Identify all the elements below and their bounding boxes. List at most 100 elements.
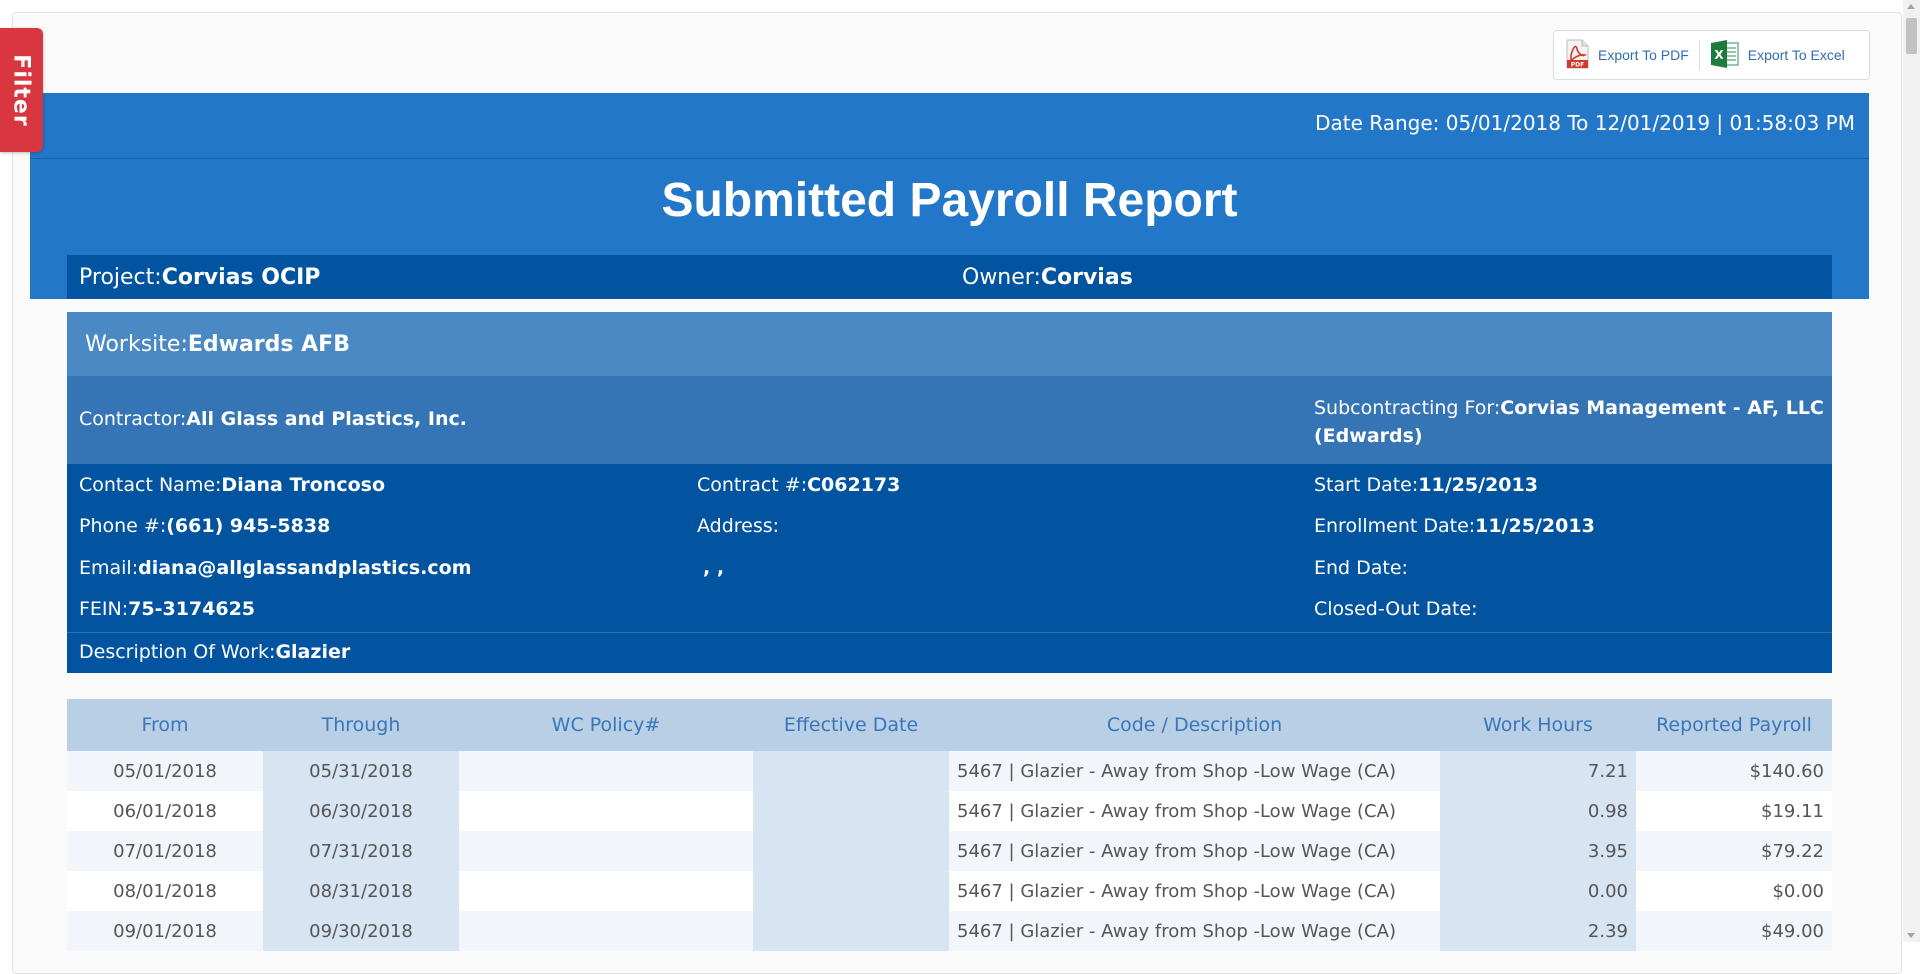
worksite-label: Worksite: xyxy=(85,331,188,357)
closed-out-date-label: Closed-Out Date: xyxy=(1314,598,1478,620)
filter-label: Filter xyxy=(9,53,34,127)
cell-reported-payroll: $0.00 xyxy=(1636,871,1832,911)
enrollment-date-label: Enrollment Date: xyxy=(1314,515,1476,537)
scrollbar-thumb[interactable] xyxy=(1906,18,1917,54)
cell-work-hours: 3.95 xyxy=(1440,831,1636,871)
export-excel-label: Export To Excel xyxy=(1747,47,1845,63)
cell-reported-payroll: $140.60 xyxy=(1636,751,1832,791)
cell-reported-payroll: $49.00 xyxy=(1636,911,1832,951)
cell-code-description: 5467 | Glazier - Away from Shop -Low Wag… xyxy=(949,871,1440,911)
cell-work-hours: 2.39 xyxy=(1440,911,1636,951)
cell-through: 06/30/2018 xyxy=(263,791,459,831)
filter-tab[interactable]: Filter xyxy=(0,28,43,152)
cell-code-description: 5467 | Glazier - Away from Shop -Low Wag… xyxy=(949,791,1440,831)
cell-effective-date xyxy=(753,911,949,951)
cell-reported-payroll: $19.11 xyxy=(1636,791,1832,831)
table-row: 09/01/2018 09/30/2018 5467 | Glazier - A… xyxy=(67,911,1832,951)
svg-text:PDF: PDF xyxy=(1571,61,1584,68)
end-date-label: End Date: xyxy=(1314,557,1408,579)
payroll-table: From Through WC Policy# Effective Date C… xyxy=(67,699,1832,951)
vertical-scrollbar[interactable] xyxy=(1903,0,1920,942)
start-date-value: 11/25/2013 xyxy=(1418,474,1538,496)
table-row: 08/01/2018 08/31/2018 5467 | Glazier - A… xyxy=(67,871,1832,911)
cell-wc-policy xyxy=(459,751,753,791)
cell-from: 09/01/2018 xyxy=(67,911,263,951)
column-header-from[interactable]: From xyxy=(67,699,263,751)
column-header-effective-date[interactable]: Effective Date xyxy=(753,699,949,751)
column-header-code-description[interactable]: Code / Description xyxy=(949,699,1440,751)
export-pdf-label: Export To PDF xyxy=(1598,47,1689,63)
start-date-label: Start Date: xyxy=(1314,474,1419,496)
column-header-reported-payroll[interactable]: Reported Payroll xyxy=(1636,699,1832,751)
excel-file-icon: X xyxy=(1710,39,1740,72)
column-header-work-hours[interactable]: Work Hours xyxy=(1440,699,1636,751)
project-label: Project: xyxy=(79,264,162,290)
scroll-down-arrow-icon[interactable] xyxy=(1907,933,1915,938)
cell-effective-date xyxy=(753,871,949,911)
contract-number-field: Contract #:C062173 xyxy=(697,474,900,496)
description-of-work-label: Description Of Work: xyxy=(79,641,276,663)
address-field: Address: xyxy=(697,515,779,537)
project-field: Project:Corvias OCIP xyxy=(79,265,320,290)
cell-from: 05/01/2018 xyxy=(67,751,263,791)
cell-code-description: 5467 | Glazier - Away from Shop -Low Wag… xyxy=(949,831,1440,871)
contractor-bar: Contractor:All Glass and Plastics, Inc. … xyxy=(67,376,1832,464)
table-row: 05/01/2018 05/31/2018 5467 | Glazier - A… xyxy=(67,751,1832,791)
cell-wc-policy xyxy=(459,871,753,911)
table-row: 06/01/2018 06/30/2018 5467 | Glazier - A… xyxy=(67,791,1832,831)
table-row: 07/01/2018 07/31/2018 5467 | Glazier - A… xyxy=(67,831,1832,871)
end-date-field: End Date: xyxy=(1314,557,1408,579)
cell-through: 09/30/2018 xyxy=(263,911,459,951)
email-value: diana@allglassandplastics.com xyxy=(138,557,472,579)
cell-code-description: 5467 | Glazier - Away from Shop -Low Wag… xyxy=(949,751,1440,791)
scroll-up-arrow-icon[interactable] xyxy=(1907,4,1915,9)
owner-value: Corvias xyxy=(1040,264,1133,290)
closed-out-date-field: Closed-Out Date: xyxy=(1314,598,1478,620)
subcontracting-label: Subcontracting For: xyxy=(1314,397,1501,419)
phone-field: Phone #:(661) 945-5838 xyxy=(79,515,330,537)
date-range: Date Range: 05/01/2018 To 12/01/2019 | 0… xyxy=(1315,111,1855,135)
export-pdf-button[interactable]: PDF Export To PDF xyxy=(1554,31,1699,79)
cell-through: 07/31/2018 xyxy=(263,831,459,871)
owner-field: Owner:Corvias xyxy=(962,265,1133,290)
cell-through: 05/31/2018 xyxy=(263,751,459,791)
cell-wc-policy xyxy=(459,911,753,951)
cell-work-hours: 7.21 xyxy=(1440,751,1636,791)
export-excel-button[interactable]: X Export To Excel xyxy=(1700,31,1855,79)
cell-work-hours: 0.98 xyxy=(1440,791,1636,831)
cell-effective-date xyxy=(753,751,949,791)
cell-wc-policy xyxy=(459,831,753,871)
email-label: Email: xyxy=(79,557,139,579)
contact-name-value: Diana Troncoso xyxy=(221,474,385,496)
subcontracting-field: Subcontracting For:Corvias Management - … xyxy=(1314,394,1824,450)
contractor-value: All Glass and Plastics, Inc. xyxy=(186,408,467,430)
cell-from: 06/01/2018 xyxy=(67,791,263,831)
column-header-wc-policy[interactable]: WC Policy# xyxy=(459,699,753,751)
cell-effective-date xyxy=(753,791,949,831)
contractor-label: Contractor: xyxy=(79,408,187,430)
email-field: Email:diana@allglassandplastics.com xyxy=(79,557,472,579)
address-value-text: , , xyxy=(703,557,725,579)
contractor-field: Contractor:All Glass and Plastics, Inc. xyxy=(79,408,467,430)
worksite-value: Edwards AFB xyxy=(187,331,350,357)
cell-effective-date xyxy=(753,831,949,871)
cell-wc-policy xyxy=(459,791,753,831)
address-value: , , xyxy=(703,557,724,579)
table-header-row: From Through WC Policy# Effective Date C… xyxy=(67,699,1832,751)
export-toolbar: PDF Export To PDF X Export To Excel xyxy=(1553,30,1870,80)
cell-reported-payroll: $79.22 xyxy=(1636,831,1832,871)
enrollment-date-field: Enrollment Date:11/25/2013 xyxy=(1314,515,1595,537)
cell-from: 07/01/2018 xyxy=(67,831,263,871)
cell-from: 08/01/2018 xyxy=(67,871,263,911)
contract-number-label: Contract #: xyxy=(697,474,808,496)
contract-number-value: C062173 xyxy=(807,474,901,496)
contact-name-label: Contact Name: xyxy=(79,474,222,496)
start-date-field: Start Date:11/25/2013 xyxy=(1314,474,1538,496)
svg-text:X: X xyxy=(1714,48,1724,62)
cell-code-description: 5467 | Glazier - Away from Shop -Low Wag… xyxy=(949,911,1440,951)
owner-label: Owner: xyxy=(962,264,1041,290)
address-label: Address: xyxy=(697,515,780,537)
column-header-through[interactable]: Through xyxy=(263,699,459,751)
description-of-work-value: Glazier xyxy=(275,641,351,663)
fein-label: FEIN: xyxy=(79,598,129,620)
